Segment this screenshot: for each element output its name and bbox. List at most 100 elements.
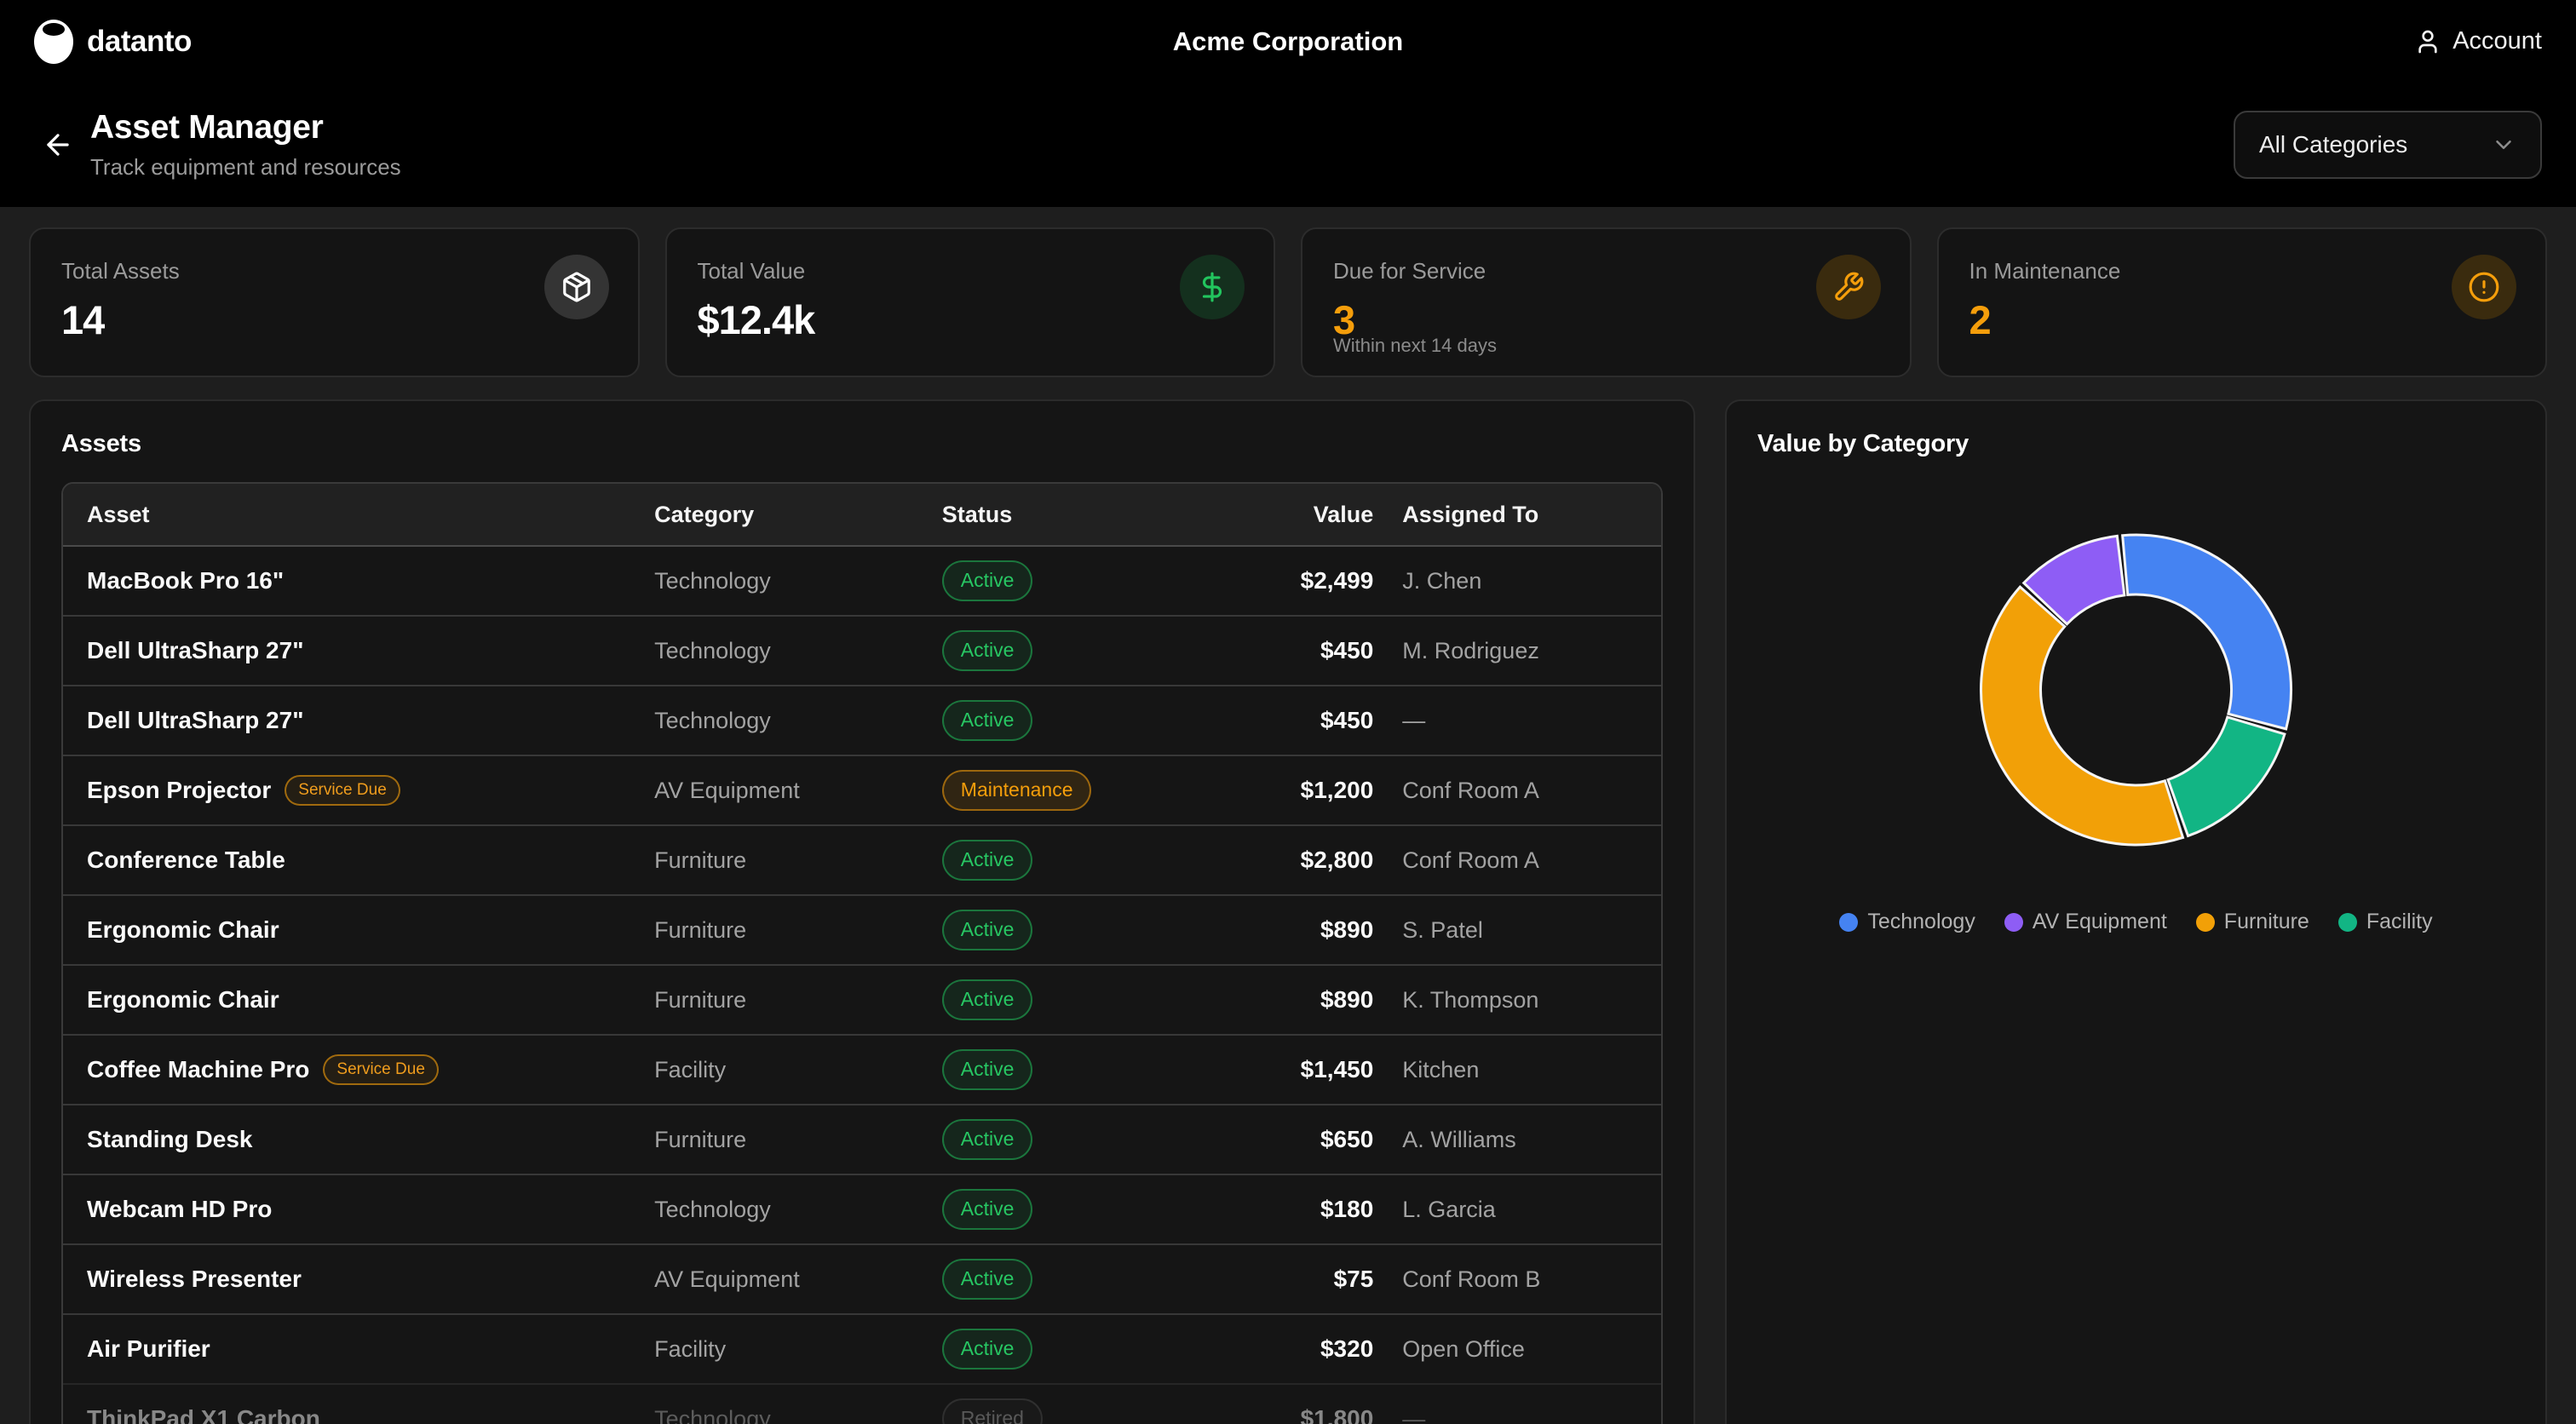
stats-row: Total Assets14Total Value$12.4kDue for S… [29,227,2547,377]
top-bar: datanto Acme Corporation Account [0,0,2576,83]
asset-name: Ergonomic Chair [87,986,279,1013]
dollar-icon [1196,271,1228,303]
status-badge: Active [942,910,1033,950]
chart-body: TechnologyAV EquipmentFurnitureFacility [1757,530,2515,934]
page-header: Asset Manager Track equipment and resour… [0,83,2576,207]
table-row: Ergonomic ChairFurnitureActive$890K. Tho… [63,964,1661,1034]
asset-cell: Conference Table [63,847,654,874]
category-cell: Technology [654,638,942,664]
status-cell: Active [942,1049,1166,1090]
table-row: ThinkPad X1 CarbonTechnologyRetired$1,80… [63,1383,1661,1424]
value-cell: $1,450 [1165,1056,1373,1083]
column-header: Assigned To [1373,502,1661,528]
status-badge: Active [942,1329,1033,1369]
status-cell: Active [942,840,1166,881]
legend-item: Furniture [2196,910,2309,934]
value-cell: $890 [1165,986,1373,1013]
category-cell: Facility [654,1336,942,1363]
status-cell: Active [942,700,1166,741]
stat-label: In Maintenance [1969,258,2516,284]
asset-name: Ergonomic Chair [87,916,279,944]
assigned-cell: Kitchen [1373,1057,1661,1083]
account-label: Account [2452,27,2542,55]
back-button[interactable] [34,121,82,169]
asset-name: Standing Desk [87,1126,252,1153]
status-badge: Active [942,560,1033,601]
asset-cell: Dell UltraSharp 27" [63,637,654,664]
stat-card: In Maintenance 2 [1937,227,2548,377]
legend-dot [2338,913,2357,932]
assigned-cell: Open Office [1373,1336,1661,1363]
status-cell: Maintenance [942,770,1166,811]
asset-cell: Ergonomic Chair [63,986,654,1013]
status-badge: Active [942,1049,1033,1090]
category-filter-dropdown[interactable]: All Categories [2234,111,2542,179]
assets-panel: Assets AssetCategoryStatusValueAssigned … [29,399,1695,1424]
status-cell: Active [942,560,1166,601]
legend-item: AV Equipment [2004,910,2167,934]
assigned-cell: Conf Room A [1373,778,1661,804]
asset-cell: Coffee Machine ProService Due [63,1054,654,1085]
status-badge: Retired [942,1398,1043,1424]
value-cell: $450 [1165,707,1373,734]
status-badge: Active [942,1119,1033,1160]
alert-circle-icon [2468,271,2500,303]
assigned-cell: M. Rodriguez [1373,638,1661,664]
legend-label: AV Equipment [2033,910,2167,934]
status-badge: Active [942,979,1033,1020]
category-cell: AV Equipment [654,778,942,804]
stat-icon-circle [1816,255,1881,319]
company-title: Acme Corporation [0,26,2576,57]
table-row: Dell UltraSharp 27"TechnologyActive$450M… [63,615,1661,685]
category-cell: Furniture [654,917,942,944]
category-cell: Technology [654,708,942,734]
chart-panel-title: Value by Category [1757,430,2515,458]
assigned-cell: S. Patel [1373,917,1661,944]
stat-value: $12.4k [698,296,1244,343]
status-cell: Active [942,910,1166,950]
table-row: Ergonomic ChairFurnitureActive$890S. Pat… [63,894,1661,964]
asset-name: Coffee Machine Pro [87,1056,309,1083]
value-cell: $320 [1165,1335,1373,1363]
asset-cell: Air Purifier [63,1335,654,1363]
column-header: Value [1165,502,1373,528]
page-subtitle: Track equipment and resources [90,154,401,181]
asset-cell: Dell UltraSharp 27" [63,707,654,734]
status-badge: Active [942,700,1033,741]
value-by-category-panel: Value by Category TechnologyAV Equipment… [1725,399,2547,1424]
stat-icon-circle [544,255,609,319]
status-badge: Active [942,1259,1033,1300]
legend-dot [1839,913,1858,932]
asset-name: Wireless Presenter [87,1266,302,1293]
assigned-cell: — [1373,1406,1661,1424]
status-cell: Active [942,630,1166,671]
account-button[interactable]: Account [2414,27,2542,55]
value-cell: $180 [1165,1196,1373,1223]
table-row: Webcam HD ProTechnologyActive$180L. Garc… [63,1174,1661,1243]
donut-segment-technology [2123,535,2291,729]
category-cell: Facility [654,1057,942,1083]
donut-segment-facility [2168,717,2285,835]
category-cell: Furniture [654,1127,942,1153]
category-filter-value: All Categories [2259,131,2407,158]
table-body: MacBook Pro 16"TechnologyActive$2,499J. … [63,547,1661,1424]
brand-logo[interactable]: datanto [34,20,192,64]
status-cell: Active [942,1119,1166,1160]
table-row: Conference TableFurnitureActive$2,800Con… [63,824,1661,894]
status-badge: Active [942,840,1033,881]
asset-cell: Webcam HD Pro [63,1196,654,1223]
table-header-row: AssetCategoryStatusValueAssigned To [63,484,1661,547]
stat-value: 2 [1969,296,2516,343]
category-cell: Furniture [654,847,942,874]
value-cell: $2,499 [1165,567,1373,594]
service-due-chip: Service Due [285,775,400,806]
table-row: Dell UltraSharp 27"TechnologyActive$450— [63,685,1661,755]
category-cell: Technology [654,1197,942,1223]
stat-card: Total Value$12.4k [665,227,1276,377]
asset-manager-app: datanto Acme Corporation Account Asset M… [0,0,2576,1424]
stat-label: Due for Service [1333,258,1879,284]
asset-name: ThinkPad X1 Carbon [87,1405,320,1424]
asset-cell: Standing Desk [63,1126,654,1153]
table-row: MacBook Pro 16"TechnologyActive$2,499J. … [63,547,1661,615]
table-row: Air PurifierFacilityActive $320Open Offic… [63,1313,1661,1383]
